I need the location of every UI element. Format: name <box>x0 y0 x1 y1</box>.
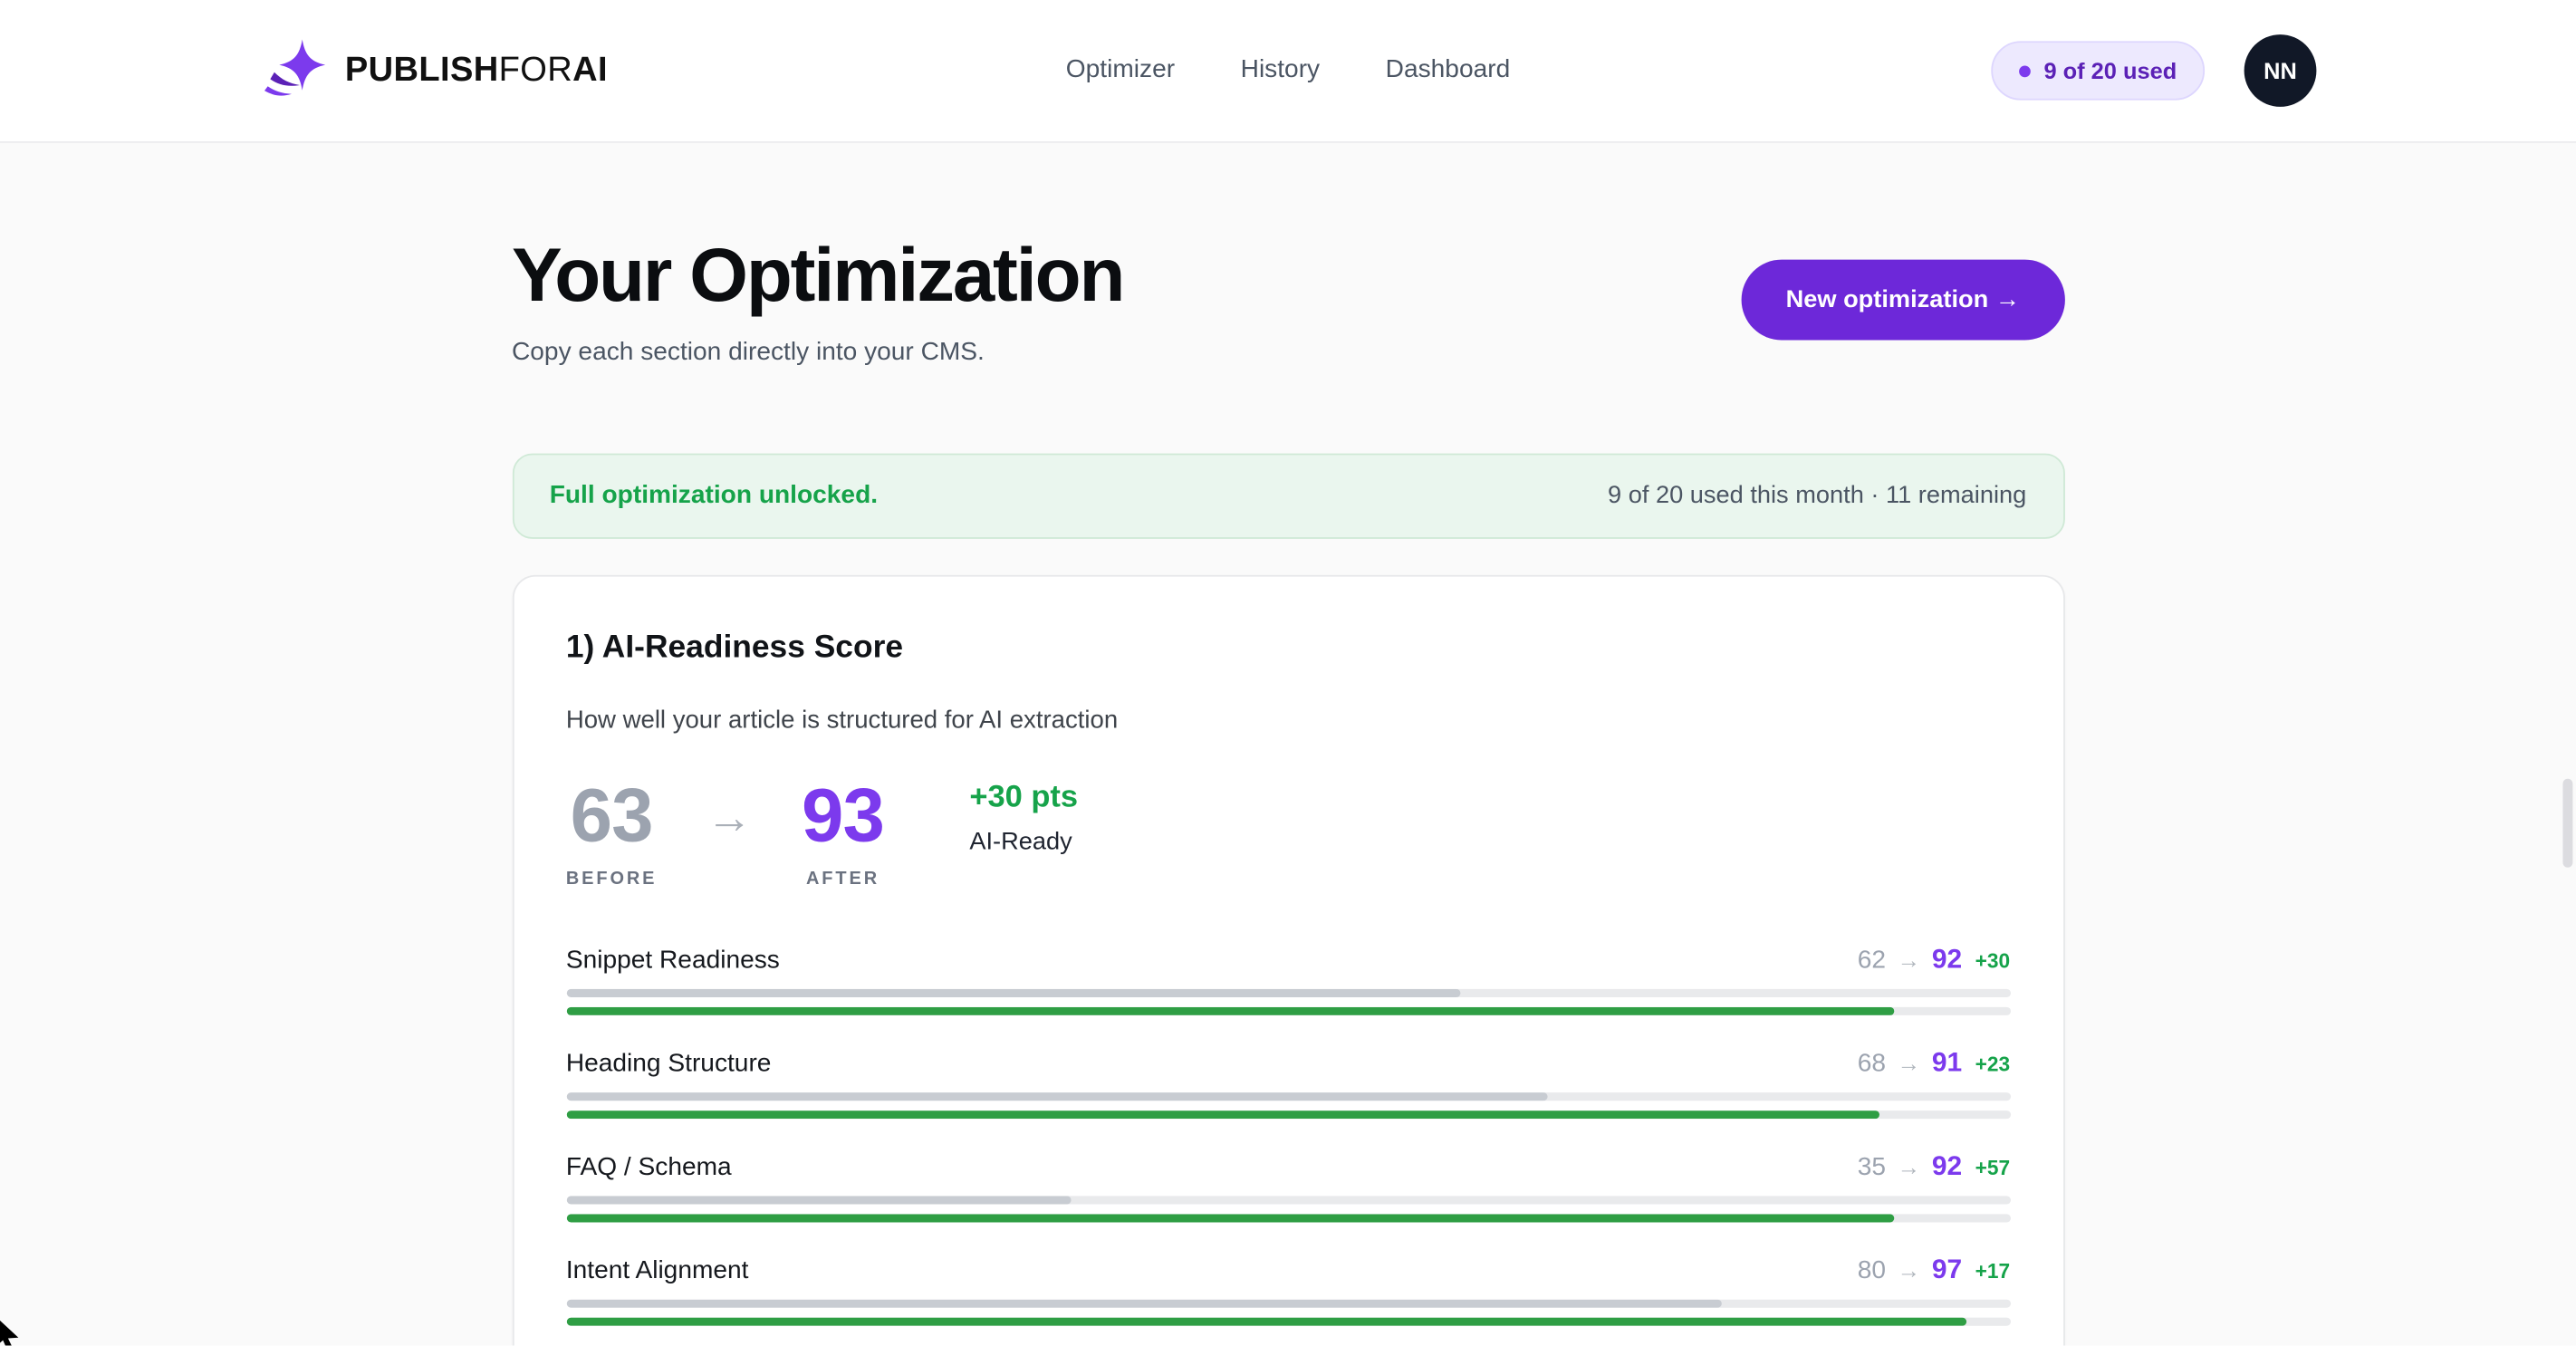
banner-usage-text: 9 of 20 used this month · 11 remaining <box>1608 482 2026 510</box>
brand-for: FOR <box>499 51 573 89</box>
before-score-block: 63 BEFORE <box>566 776 658 888</box>
metric-before-value: 62 <box>1858 946 1886 976</box>
top-right-controls: 9 of 20 used NN <box>1991 34 2316 107</box>
delta-caption: AI-Ready <box>969 827 1078 855</box>
metric-before-value: 68 <box>1858 1049 1886 1079</box>
metric-row: Heading Structure 68 → 91 +23 <box>566 1047 2010 1118</box>
metric-values: 68 → 91 +23 <box>1858 1047 2010 1078</box>
main-content: Your Optimization Copy each section dire… <box>512 143 2064 1346</box>
score-delta-block: +30 pts AI-Ready <box>969 776 1078 855</box>
metric-after-value: 92 <box>1932 1151 1962 1182</box>
metric-after-bar-fill <box>566 1110 1880 1118</box>
metric-after-bar <box>566 1317 2010 1325</box>
metric-after-bar <box>566 1006 2010 1014</box>
usage-badge: 9 of 20 used <box>1991 41 2205 100</box>
metric-delta: +30 <box>1975 949 2010 972</box>
metric-before-value: 35 <box>1858 1153 1886 1183</box>
metric-before-bar-fill <box>566 1091 1548 1100</box>
metric-label: Snippet Readiness <box>566 946 780 976</box>
metric-before-bar-fill <box>566 988 1461 996</box>
metric-before-bar <box>566 1299 2010 1307</box>
metric-row: FAQ / Schema 35 → 92 +57 <box>566 1151 2010 1222</box>
metric-after-bar-fill <box>566 1317 1966 1325</box>
nav-link-optimizer[interactable]: Optimizer <box>1066 56 1175 86</box>
brand-publish: PUBLISH <box>345 51 499 89</box>
metric-values: 62 → 92 +30 <box>1858 944 2010 975</box>
page-subtitle: Copy each section directly into your CMS… <box>512 338 1123 368</box>
metric-arrow-right-icon: → <box>1898 1256 1920 1283</box>
before-score-label: BEFORE <box>566 869 658 889</box>
metric-before-bar <box>566 1091 2010 1100</box>
after-score-block: 93 AFTER <box>802 776 884 888</box>
metric-before-value: 80 <box>1858 1256 1886 1286</box>
delta-points: +30 pts <box>969 780 1078 816</box>
banner-message: Full optimization unlocked. <box>550 481 878 511</box>
metric-arrow-right-icon: → <box>1898 1049 1920 1075</box>
metric-delta: +23 <box>1975 1053 2010 1075</box>
metric-row: Snippet Readiness 62 → 92 +30 <box>566 944 2010 1014</box>
metric-before-bar-fill <box>566 1299 1721 1307</box>
metric-arrow-right-icon: → <box>1898 946 1920 972</box>
metric-label: FAQ / Schema <box>566 1153 732 1183</box>
brand-ai: AI <box>572 51 608 89</box>
metrics-list: Snippet Readiness 62 → 92 +30 Heading St… <box>566 944 2010 1325</box>
usage-dot-icon <box>2019 65 2031 77</box>
metric-values: 80 → 97 +17 <box>1858 1255 2010 1285</box>
score-summary: 63 BEFORE → 93 AFTER +30 pts AI-Ready <box>566 776 2010 888</box>
metric-label: Intent Alignment <box>566 1256 749 1286</box>
page-header: Your Optimization Copy each section dire… <box>512 234 2064 368</box>
arrow-right-icon: → <box>706 794 753 841</box>
logo-icon <box>260 38 332 104</box>
new-optimization-button[interactable]: New optimization → <box>1742 260 2064 341</box>
after-score-label: AFTER <box>802 869 884 889</box>
page-title: Your Optimization <box>512 234 1123 317</box>
metric-values: 35 → 92 +57 <box>1858 1151 2010 1182</box>
metric-row: Intent Alignment 80 → 97 +17 <box>566 1255 2010 1325</box>
top-navigation-bar: PUBLISHFORAI Optimizer History Dashboard… <box>0 0 2576 143</box>
scrollbar-thumb[interactable] <box>2562 779 2572 868</box>
brand[interactable]: PUBLISHFORAI <box>260 38 608 104</box>
metric-label: Heading Structure <box>566 1049 772 1079</box>
metric-after-value: 92 <box>1932 944 1962 975</box>
metric-after-bar <box>566 1214 2010 1222</box>
ai-readiness-card: 1) AI-Readiness Score How well your arti… <box>512 574 2064 1345</box>
metric-arrow-right-icon: → <box>1898 1153 1920 1179</box>
main-nav: Optimizer History Dashboard <box>1066 56 1510 86</box>
nav-link-dashboard[interactable]: Dashboard <box>1386 56 1511 86</box>
app-viewport: PUBLISHFORAI Optimizer History Dashboard… <box>0 0 2576 1345</box>
metric-after-bar-fill <box>566 1214 1895 1222</box>
brand-name: PUBLISHFORAI <box>345 51 608 91</box>
nav-link-history[interactable]: History <box>1241 56 1320 86</box>
card-subtitle: How well your article is structured for … <box>566 706 2010 734</box>
metric-delta: +57 <box>1975 1156 2010 1178</box>
metric-after-bar-fill <box>566 1006 1895 1014</box>
usage-badge-label: 9 of 20 used <box>2043 57 2177 83</box>
mouse-cursor <box>0 1316 28 1346</box>
metric-delta: +17 <box>1975 1259 2010 1282</box>
metric-before-bar <box>566 1196 2010 1204</box>
metric-before-bar-fill <box>566 1196 1072 1204</box>
metric-after-bar <box>566 1110 2010 1118</box>
card-title: 1) AI-Readiness Score <box>566 629 2010 667</box>
unlock-banner: Full optimization unlocked. 9 of 20 used… <box>512 453 2064 538</box>
metric-after-value: 91 <box>1932 1047 1962 1078</box>
metric-after-value: 97 <box>1932 1255 1962 1285</box>
metric-before-bar <box>566 988 2010 996</box>
avatar[interactable]: NN <box>2244 34 2317 107</box>
before-score-value: 63 <box>566 776 658 851</box>
after-score-value: 93 <box>802 776 884 851</box>
